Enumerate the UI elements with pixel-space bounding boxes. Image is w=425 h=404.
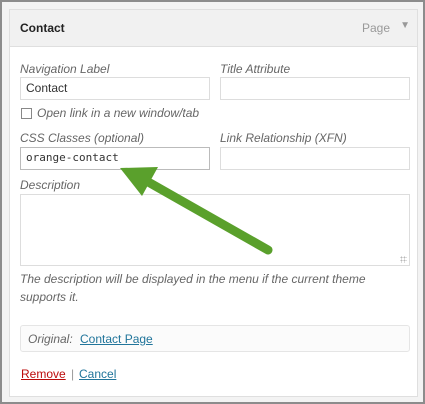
arrow-shaft bbox=[145, 178, 273, 255]
arrow-icon bbox=[120, 167, 273, 255]
